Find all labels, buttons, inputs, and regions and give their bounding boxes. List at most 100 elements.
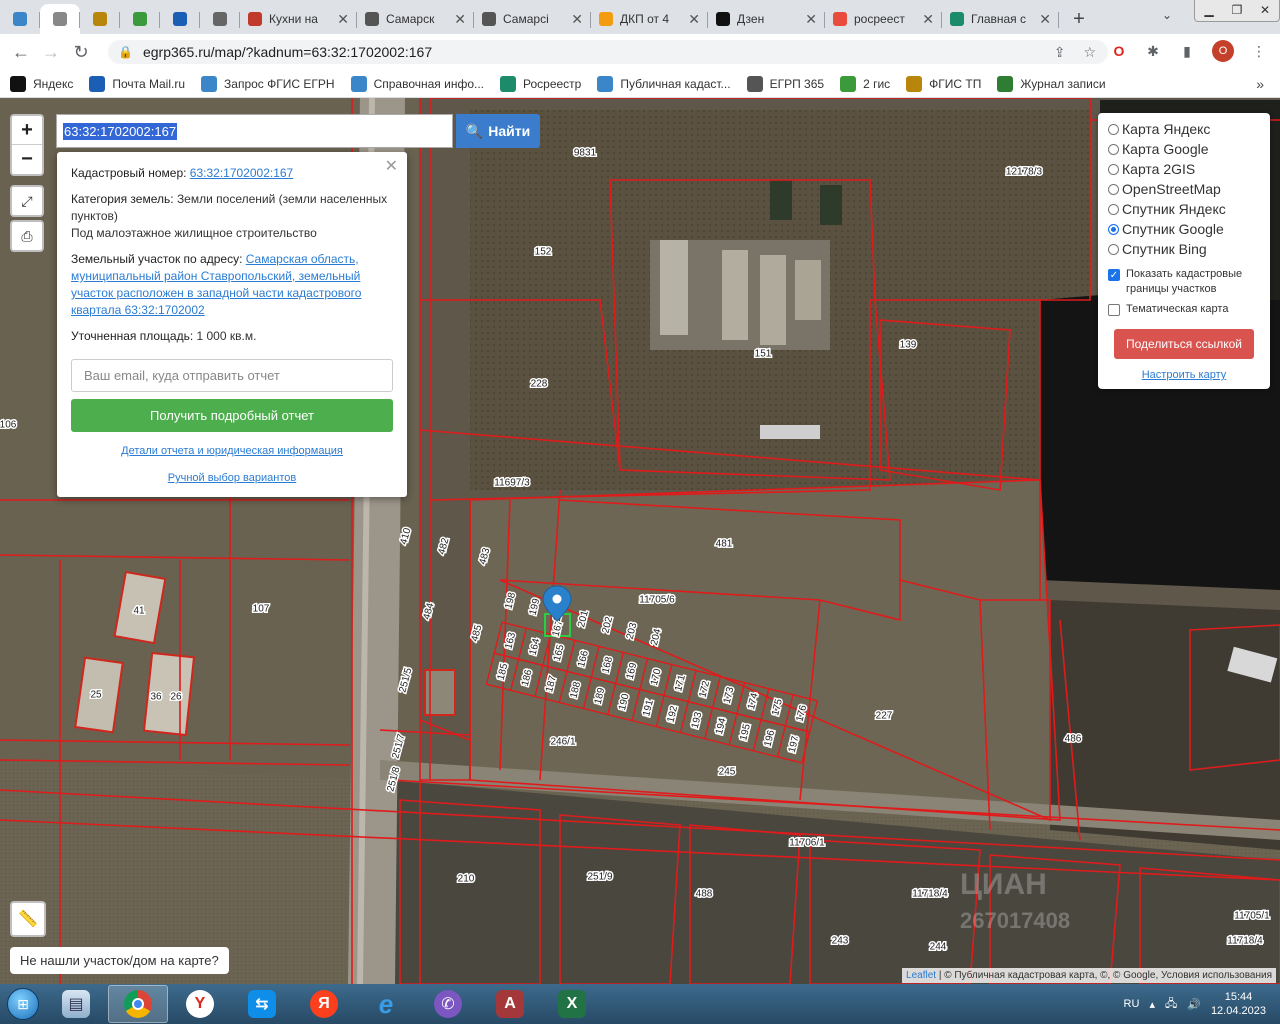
layer-option[interactable]: Карта Google xyxy=(1108,139,1260,159)
menu-icon[interactable]: ⋮ xyxy=(1250,42,1268,60)
tab-close-icon[interactable]: ✕ xyxy=(571,11,583,28)
taskbar-access[interactable]: A xyxy=(480,985,540,1023)
browser-tab[interactable] xyxy=(120,4,160,34)
restore-button[interactable]: ❐ xyxy=(1223,0,1251,21)
close-icon[interactable]: ✕ xyxy=(385,158,398,175)
tab-close-icon[interactable]: ✕ xyxy=(688,11,700,28)
layer-option[interactable]: Спутник Bing xyxy=(1108,239,1260,259)
bookmarks-more-button[interactable]: » xyxy=(1256,76,1264,92)
taskbar-chrome[interactable] xyxy=(108,985,168,1023)
cadnum-link[interactable]: 63:32:1702002:167 xyxy=(190,166,293,180)
bookmark-item[interactable]: Яндекс xyxy=(10,75,73,92)
bookmark-star-icon[interactable]: ☆ xyxy=(1083,44,1096,61)
share-link-button[interactable]: Поделиться ссылкой xyxy=(1114,329,1254,359)
browser-tab[interactable] xyxy=(200,4,240,34)
zoom-in-button[interactable]: + xyxy=(12,116,42,145)
browser-tab[interactable] xyxy=(80,4,120,34)
bookmark-item[interactable]: ФГИС ТП xyxy=(906,75,981,92)
share-icon[interactable]: ⇪ xyxy=(1054,44,1066,61)
layer-option[interactable]: Карта 2GIS xyxy=(1108,159,1260,179)
print-icon[interactable]: ⎙ xyxy=(10,220,44,252)
layer-option[interactable]: Карта Яндекс xyxy=(1108,119,1260,139)
layer-option[interactable]: Спутник Google xyxy=(1108,219,1260,239)
bookmark-item[interactable]: Справочная инфо... xyxy=(350,75,484,92)
opera-icon[interactable]: O xyxy=(1110,42,1128,60)
bookmark-icon xyxy=(840,75,857,92)
ruler-icon[interactable]: 📏 xyxy=(10,901,46,937)
sidepanel-icon[interactable]: ▮ xyxy=(1178,42,1196,60)
forward-button[interactable]: → xyxy=(36,42,66,63)
layer-option[interactable]: Спутник Яндекс xyxy=(1108,199,1260,219)
profile-avatar[interactable]: O xyxy=(1212,40,1234,62)
browser-tab[interactable]: Самарсі ✕ xyxy=(474,4,591,34)
address-bar[interactable]: 🔒 egrp365.ru/map/?kadnum=63:32:1702002:1… xyxy=(108,40,1108,64)
tab-close-icon[interactable]: ✕ xyxy=(337,11,349,28)
configure-map-link[interactable]: Настроить карту xyxy=(1108,369,1260,381)
taskbar-yandex-browser[interactable]: Y xyxy=(170,985,230,1023)
bookmark-item[interactable]: Журнал записи xyxy=(997,75,1106,92)
toolbar-right: O ✱ ▮ O ⋮ xyxy=(1110,40,1268,62)
browser-tab[interactable] xyxy=(40,4,80,34)
start-button[interactable]: ⊞ xyxy=(0,984,46,1024)
bookmark-item[interactable]: Запрос ФГИС ЕГРН xyxy=(201,75,335,92)
taskbar-viber[interactable]: ✆ xyxy=(418,985,478,1023)
layer-option[interactable]: OpenStreetMap xyxy=(1108,179,1260,199)
new-tab-button[interactable]: + xyxy=(1059,4,1099,34)
tab-list-chevron-icon[interactable]: ⌄ xyxy=(1162,8,1172,22)
volume-icon[interactable]: 🔊 xyxy=(1187,998,1201,1011)
thematic-checkbox[interactable]: Тематическая карта xyxy=(1108,302,1260,317)
taskbar-teamviewer[interactable]: ⇆ xyxy=(232,985,292,1023)
bookmark-item[interactable]: 2 гис xyxy=(840,75,890,92)
cloud-icon xyxy=(599,12,613,26)
tab-close-icon[interactable]: ✕ xyxy=(1039,11,1051,28)
doc-icon xyxy=(365,12,379,26)
email-field[interactable]: Ваш email, куда отправить отчет xyxy=(71,359,393,392)
network-icon[interactable]: 🖧 xyxy=(1165,995,1177,1014)
svg-text:11705/1: 11705/1 xyxy=(1234,911,1270,922)
bookmark-label: Росреестр xyxy=(523,76,582,91)
cadastral-search-input[interactable]: 63:32:1702002:167 xyxy=(56,114,453,148)
zoom-out-button[interactable]: − xyxy=(12,145,42,174)
leaflet-link[interactable]: Leaflet xyxy=(906,970,936,981)
extensions-icon[interactable]: ✱ xyxy=(1144,42,1162,60)
map-area[interactable]: 9831 12178/3 152 151 139 228 11697/3 481 11705/6… xyxy=(0,98,1280,984)
manual-choice-link[interactable]: Ручной выбор вариантов xyxy=(168,472,296,484)
bookmark-item[interactable]: Публичная кадаст... xyxy=(597,75,731,92)
browser-tab[interactable]: Самарск ✕ xyxy=(357,4,474,34)
report-details-link[interactable]: Детали отчета и юридическая информация xyxy=(121,445,343,457)
fullscreen-icon[interactable]: ⤢ xyxy=(10,185,44,217)
clock[interactable]: 15:44 12.04.2023 xyxy=(1211,990,1266,1018)
taskbar-excel[interactable]: X xyxy=(542,985,602,1023)
close-window-button[interactable]: ✕ xyxy=(1251,0,1279,21)
plus-icon xyxy=(716,12,730,26)
parcel-number-label: 139 xyxy=(898,338,918,352)
tab-close-icon[interactable]: ✕ xyxy=(805,11,817,28)
find-button[interactable]: 🔍 Найти xyxy=(456,114,540,148)
bookmark-item[interactable]: Росреестр xyxy=(500,75,582,92)
browser-tab[interactable]: Дзен ✕ xyxy=(708,4,825,34)
tab-close-icon[interactable]: ✕ xyxy=(454,11,466,28)
not-found-button[interactable]: Не нашли участок/дом на карте? xyxy=(10,947,229,974)
show-borders-checkbox[interactable]: ✓ Показать кадастровые границы участков xyxy=(1108,267,1260,297)
browser-tab[interactable]: ДКП от 4 ✕ xyxy=(591,4,708,34)
browser-tab[interactable]: Кухни на ✕ xyxy=(240,4,357,34)
browser-tab[interactable]: росреест ✕ xyxy=(825,4,942,34)
taskbar-yandex[interactable]: Я xyxy=(294,985,354,1023)
minimize-button[interactable]: ▁ xyxy=(1195,0,1223,21)
bookmarks-bar: Яндекс Почта Mail.ru Запрос ФГИС ЕГРН Справ… xyxy=(0,70,1280,98)
parcel-number-label: 151 xyxy=(753,347,773,361)
tab-title: Самарсі xyxy=(503,12,549,26)
get-report-button[interactable]: Получить подробный отчет xyxy=(71,399,393,432)
browser-tab[interactable] xyxy=(160,4,200,34)
reload-button[interactable]: ↻ xyxy=(66,42,96,63)
language-indicator[interactable]: RU xyxy=(1124,998,1140,1010)
browser-tab[interactable]: Главная с ✕ xyxy=(942,4,1059,34)
tray-arrow-icon[interactable]: ▴ xyxy=(1149,998,1155,1011)
browser-tab[interactable] xyxy=(0,4,40,34)
taskbar-explorer[interactable]: ▤ xyxy=(46,985,106,1023)
taskbar-internet-explorer[interactable]: e xyxy=(356,985,416,1023)
back-button[interactable]: ← xyxy=(6,42,36,63)
bookmark-item[interactable]: Почта Mail.ru xyxy=(89,75,185,92)
bookmark-item[interactable]: ЕГРП 365 xyxy=(746,75,824,92)
tab-close-icon[interactable]: ✕ xyxy=(922,11,934,28)
